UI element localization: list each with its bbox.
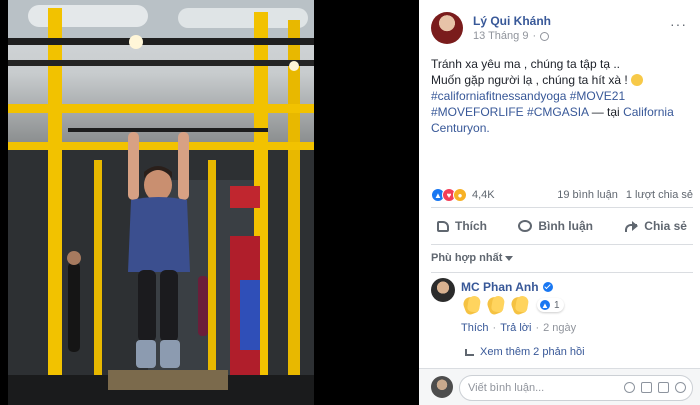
hashtag-line-1: #californiafitnessandyoga #MOVE21 xyxy=(431,88,693,104)
comment-reactions[interactable]: ▲ 1 xyxy=(537,298,564,312)
view-more-replies[interactable]: Xem thêm 2 phản hồi xyxy=(465,346,585,358)
clapping-hands-emoji-icon xyxy=(485,294,507,316)
post-photo[interactable] xyxy=(8,0,314,405)
comment-body: ▲ 1 xyxy=(461,294,564,316)
post-date[interactable]: 13 Tháng 9 xyxy=(473,30,528,42)
post-actions: Thích Bình luận Chia sẻ xyxy=(431,212,693,240)
post-stats: ▲ ♥ ● 4,4K 19 bình luận 1 lượt chia sẻ xyxy=(431,186,693,204)
sticker-icon[interactable] xyxy=(675,382,686,393)
post-line-2-wrap: Muốn gặp người lạ , chúng ta hít xà ! xyxy=(431,72,693,88)
like-reaction-icon: ▲ xyxy=(539,299,551,311)
hashtags-1[interactable]: #californiafitnessandyoga #MOVE21 xyxy=(431,89,625,103)
divider xyxy=(431,272,693,273)
hashtags-2[interactable]: #MOVEFORLIFE #CMGASIA xyxy=(431,105,588,119)
haha-reaction-icon: ● xyxy=(453,188,467,202)
comment-label: Bình luận xyxy=(538,219,593,233)
post-line-2: Muốn gặp người lạ , chúng ta hít xà ! xyxy=(431,73,628,87)
comment-sort-dropdown[interactable]: Phù hợp nhất xyxy=(431,252,514,264)
post-meta: 13 Tháng 9 · xyxy=(473,30,550,42)
post-detail-panel: Lý Qui Khánh 13 Tháng 9 · ··· Tránh xa y… xyxy=(419,0,700,405)
author-name[interactable]: Lý Qui Khánh xyxy=(473,14,551,28)
commenter-avatar[interactable] xyxy=(431,278,455,302)
share-arrow-icon xyxy=(624,220,639,232)
comment-button[interactable]: Bình luận xyxy=(512,215,599,237)
globe-icon[interactable] xyxy=(540,31,550,41)
post-header: Lý Qui Khánh 13 Tháng 9 · ··· xyxy=(431,12,691,46)
comment-composer: Viết bình luận... xyxy=(419,368,700,405)
camera-icon[interactable] xyxy=(641,382,652,393)
gym-scene-illustration xyxy=(8,0,314,405)
clapping-hands-emoji-icon xyxy=(509,294,531,316)
smiley-emoji-icon xyxy=(631,74,644,86)
reply-arrow-icon xyxy=(465,348,474,356)
emoji-icon[interactable] xyxy=(624,382,635,393)
commenter-name[interactable]: MC Phan Anh xyxy=(461,280,539,294)
shares-count[interactable]: 1 lượt chia sẻ xyxy=(626,189,693,201)
view-more-label: Xem thêm 2 phản hồi xyxy=(480,346,585,358)
stats-right: 19 bình luận 1 lượt chia sẻ xyxy=(557,189,693,201)
speech-bubble-icon xyxy=(518,220,533,232)
composer-icons xyxy=(624,382,686,393)
divider xyxy=(431,244,693,245)
comment-time[interactable]: 2 ngày xyxy=(543,322,576,334)
more-options-icon[interactable]: ··· xyxy=(670,16,687,32)
divider xyxy=(431,207,693,208)
comment-input[interactable]: Viết bình luận... xyxy=(459,375,693,401)
reaction-count[interactable]: 4,4K xyxy=(472,189,495,201)
separator: · xyxy=(535,322,540,334)
share-label: Chia sẻ xyxy=(644,219,687,233)
hashtag-line-2: #MOVEFORLIFE #CMGASIA — tại California C… xyxy=(431,104,693,136)
location-prefix: — tại xyxy=(588,105,624,119)
author-avatar[interactable] xyxy=(431,12,463,44)
gif-icon[interactable] xyxy=(658,382,669,393)
photo-viewer xyxy=(0,0,419,405)
meta-separator: · xyxy=(532,30,537,42)
current-user-avatar xyxy=(431,376,453,398)
share-button[interactable]: Chia sẻ xyxy=(618,215,693,237)
verified-badge-icon xyxy=(542,282,553,292)
clapping-hands-emoji-icon xyxy=(461,294,483,316)
post-line-1: Tránh xa yêu ma , chúng ta tập tạ .. xyxy=(431,57,620,71)
comment-placeholder: Viết bình luận... xyxy=(468,382,545,394)
comment-like-link[interactable]: Thích xyxy=(461,322,489,334)
comment-actions: Thích · Trả lời · 2 ngày xyxy=(461,322,576,334)
like-button[interactable]: Thích xyxy=(431,215,493,237)
separator: · xyxy=(492,322,497,334)
thumbs-up-icon xyxy=(437,220,449,232)
commenter-name-row: MC Phan Anh xyxy=(461,280,553,294)
like-label: Thích xyxy=(455,219,487,233)
post-text: Tránh xa yêu ma , chúng ta tập tạ .. Muố… xyxy=(431,56,693,136)
sort-label: Phù hợp nhất xyxy=(431,252,503,264)
comment-react-count: 1 xyxy=(554,299,560,311)
comments-count[interactable]: 19 bình luận xyxy=(557,189,618,201)
caret-down-icon xyxy=(505,255,514,261)
comment-reply-link[interactable]: Trả lời xyxy=(500,322,531,334)
reactions-summary[interactable]: ▲ ♥ ● 4,4K xyxy=(431,188,495,202)
